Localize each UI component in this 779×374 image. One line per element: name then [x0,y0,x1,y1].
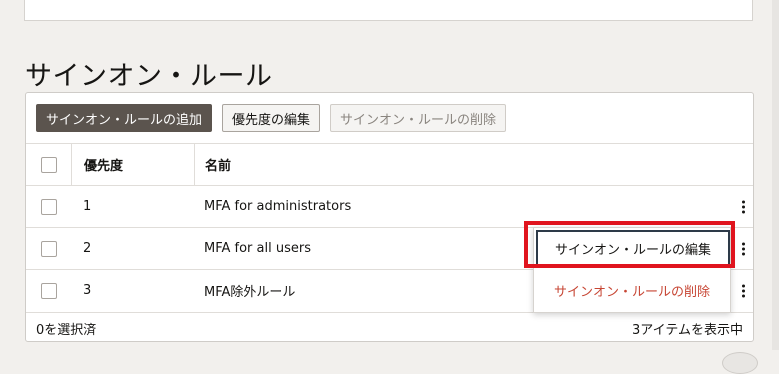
add-rule-button[interactable]: サインオン・ルールの追加 [36,104,213,132]
items-count: 3アイテムを表示中 [632,323,743,338]
delete-rule-menu-item[interactable]: サインオン・ルールの削除 [534,272,730,308]
row-actions-menu: サインオン・ルールの編集 サインオン・ルールの削除 [533,227,731,313]
table-row: 1 MFA for administrators [26,185,753,227]
row-checkbox[interactable] [40,282,57,299]
row-priority: 3 [83,283,92,298]
row-name: MFA for administrators [204,199,352,214]
row-check-cell [26,228,71,269]
delete-rule-button[interactable]: サインオン・ルールの削除 [330,104,507,132]
more-actions-icon[interactable] [739,284,747,297]
row-checkbox[interactable] [40,240,57,257]
edit-rule-menu-item[interactable]: サインオン・ルールの編集 [536,230,730,266]
scrollbar[interactable] [772,0,779,350]
select-all-checkbox[interactable] [40,156,57,173]
more-actions-icon[interactable] [739,200,747,213]
help-button[interactable] [722,352,758,374]
top-card [24,0,753,21]
priority-column-header[interactable]: 優先度 [72,144,195,185]
row-priority: 1 [83,199,92,214]
selected-count: 0を選択済 [36,323,97,338]
table-header: 優先度 名前 [26,143,753,185]
more-actions-icon[interactable] [739,242,747,255]
page-title: サインオン・ルール [25,61,273,93]
table-footer: 0を選択済 3アイテムを表示中 [26,312,753,341]
row-checkbox[interactable] [40,198,57,215]
name-column-header[interactable]: 名前 [195,155,753,174]
toolbar: サインオン・ルールの追加 優先度の編集 サインオン・ルールの削除 [36,104,507,132]
row-check-cell [26,270,71,311]
row-priority: 2 [83,241,92,256]
edit-priority-button[interactable]: 優先度の編集 [222,104,321,132]
row-check-cell [26,186,71,227]
select-all-cell [26,144,72,185]
